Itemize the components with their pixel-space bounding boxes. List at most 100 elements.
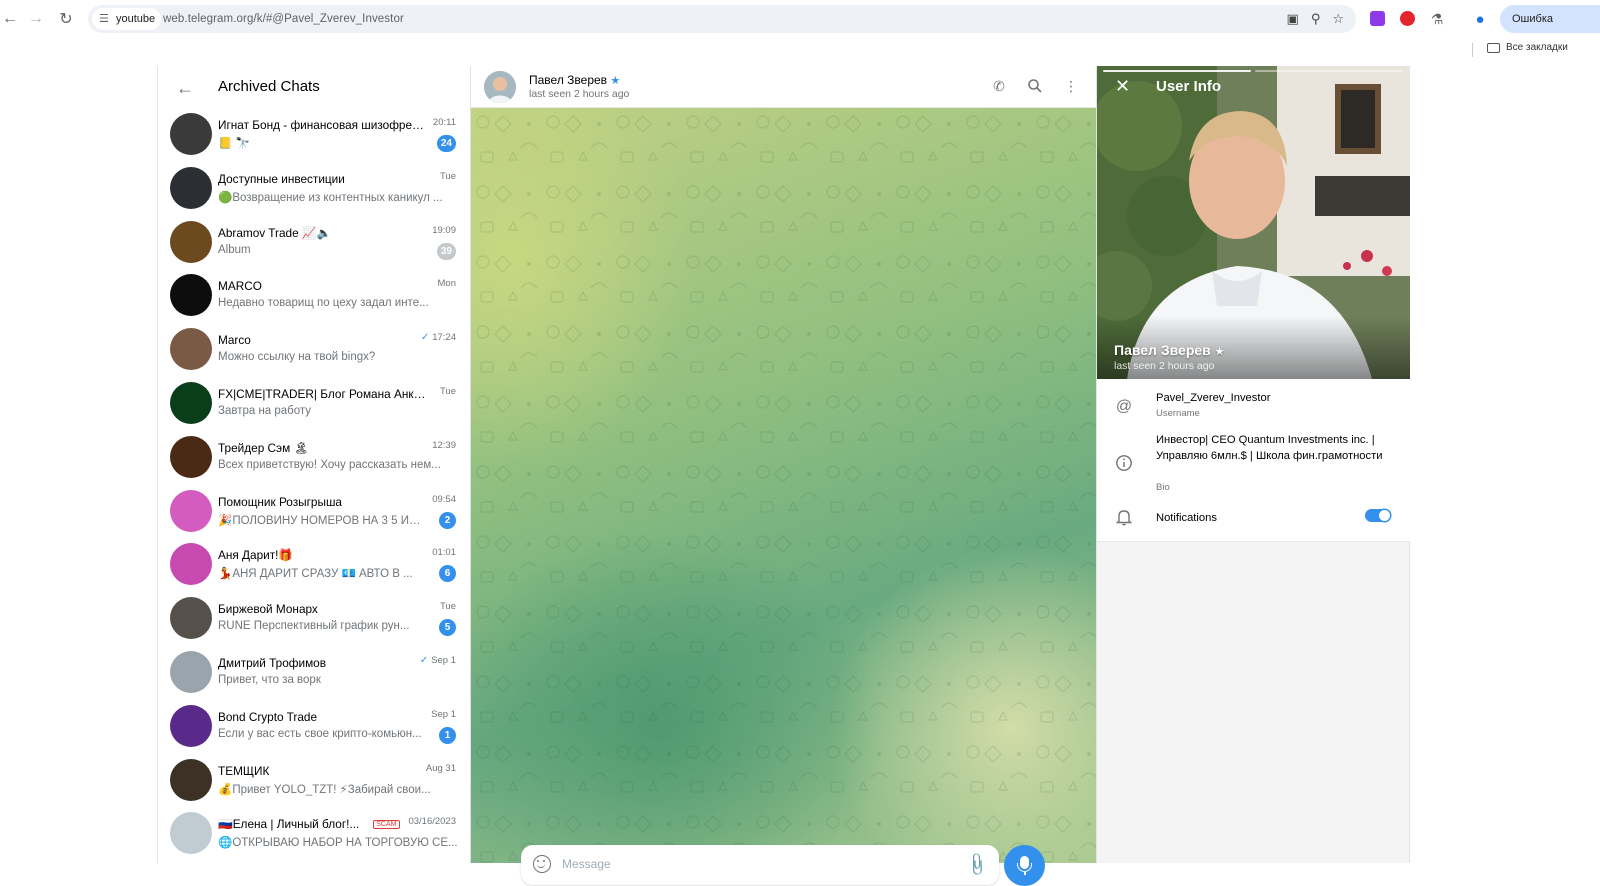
reload-icon[interactable]: ↻ — [56, 9, 76, 29]
chat-last-message: Всех приветствую! Хочу рассказать нем... — [218, 458, 441, 471]
chat-title: Игнат Бонд - финансовая шизофрения — [218, 118, 428, 132]
chat-background: Message 📎 — [471, 108, 1096, 886]
search-icon[interactable] — [1026, 77, 1044, 95]
chat-title: MARCO — [218, 279, 428, 293]
unread-badge: 39 — [436, 242, 456, 260]
avatar — [170, 435, 212, 478]
chat-title-text: Трейдер Сэм 🏝 — [218, 440, 309, 455]
site-info-chip[interactable]: ☰ youtube — [92, 8, 162, 30]
profile-icon[interactable]: ● — [1470, 9, 1490, 29]
chat-list-item[interactable]: MARCO Mon Недавно товарищ по цеху задал ин… — [158, 269, 470, 323]
more-icon[interactable]: ⋮ — [1062, 77, 1080, 95]
chat-last-message: 💰Привет YOLO_TZT! ⚡Забирай свои... — [218, 783, 431, 796]
chat-last-message: Привет, что за ворк — [218, 673, 321, 686]
chat-time-text: 03/16/2023 — [408, 816, 456, 828]
star-icon[interactable]: ☆ — [1332, 11, 1344, 27]
zoom-icon[interactable]: ⚲ — [1311, 11, 1321, 27]
chat-header[interactable]: Павел Зверев ★ last seen 2 hours ago ✆ ⋮ — [471, 66, 1096, 108]
chat-title: Bond Crypto Trade — [218, 710, 428, 724]
url-text[interactable]: web.telegram.org/k/#@Pavel_Zverev_Invest… — [163, 5, 404, 33]
chat-list-item[interactable]: Marco ✓ 17:24 Можно ссылку на твой bingx? — [158, 323, 470, 377]
extension-icon-opera[interactable] — [1400, 11, 1415, 26]
chat-time: 03/16/2023 — [408, 816, 456, 827]
chat-time: 09:54 — [432, 494, 456, 505]
chat-list-item[interactable]: Дмитрий Трофимов ✓ Sep 1 Привет, что за вор… — [158, 646, 470, 700]
extension-icon-purple[interactable] — [1370, 11, 1385, 26]
back-icon[interactable]: ← — [0, 9, 20, 29]
chat-list-item[interactable]: Аня Дарит!🎁 01:01 💃АНЯ ДАРИТ СРАЗУ 💶 АВТО … — [158, 538, 470, 592]
chat-panel: Павел Зверев ★ last seen 2 hours ago ✆ ⋮ — [471, 66, 1096, 886]
chat-list-item[interactable]: 🇷🇺Елена | Личный блог!... SCAM 03/16/2023 🌐… — [158, 807, 470, 861]
chat-last-message: 🌐ОТКРЫВАЮ НАБОР НА ТОРГОВУЮ СЕ... — [218, 837, 458, 850]
install-icon[interactable]: ▣ — [1287, 11, 1299, 27]
emoji-icon[interactable] — [533, 855, 551, 873]
chat-list-item[interactable]: Помощник Розыгрыша 09:54 🎉ПОЛОВИНУ НОМЕРОВ… — [158, 485, 470, 539]
chat-last-message: 📒 🔭 — [218, 138, 250, 150]
chat-list-item[interactable]: FX|CME|TRADER| Блог Романа Анкуди... Tue З… — [158, 377, 470, 431]
chat-title: Трейдер Сэм 🏝 — [218, 441, 428, 455]
chat-list-item[interactable]: Доступные инвестиции Tue 🟢Возвращение из к… — [158, 162, 470, 216]
username-value[interactable]: Pavel_Zverev_Investor — [1156, 390, 1396, 406]
forward-icon[interactable]: → — [26, 9, 46, 29]
avatar — [170, 113, 212, 155]
chat-list-item[interactable]: Abramov Trade 📈🔈 19:09 Album 39 — [158, 216, 470, 270]
chat-title-text: Помощник Розыгрыша — [218, 494, 342, 509]
extensions-icon[interactable]: ⚗ — [1427, 9, 1447, 29]
chat-title-text: ТЕМЩИК — [218, 763, 270, 778]
chat-title-text: Аня Дарит!🎁 — [218, 548, 294, 563]
notifications-toggle[interactable] — [1365, 509, 1391, 522]
chat-peer-status: last seen 2 hours ago — [529, 88, 630, 100]
voice-record-button[interactable] — [1004, 845, 1045, 886]
chat-list-item[interactable]: Игнат Бонд - финансовая шизофрения 20:11 📒… — [158, 108, 470, 162]
chat-last-message: Album — [218, 243, 251, 256]
info-title: User Info — [1156, 78, 1222, 95]
bio-value[interactable]: Инвестор| CEO Quantum Investments inc. |… — [1156, 432, 1396, 464]
message-composer[interactable]: Message 📎 — [521, 845, 999, 885]
arrow-left-icon[interactable]: ← — [176, 78, 194, 99]
tune-icon: ☰ — [99, 13, 109, 25]
chat-time-text: 19:09 — [432, 224, 456, 236]
close-icon[interactable]: ✕ — [1115, 76, 1130, 97]
address-bar[interactable]: ☰ youtube web.telegram.org/k/#@Pavel_Zve… — [88, 5, 1356, 33]
phone-icon[interactable]: ✆ — [990, 77, 1008, 95]
chat-title: FX|CME|TRADER| Блог Романа Анкуди... — [218, 387, 428, 401]
photo-progress-1 — [1103, 70, 1251, 72]
avatar — [170, 489, 212, 532]
chat-time: 12:39 — [432, 440, 456, 451]
chat-list-item[interactable]: Трейдер Сэм 🏝 12:39 Всех приветствую! Хочу… — [158, 431, 470, 485]
chat-title-text: Игнат Бонд - финансовая шизофрения — [218, 118, 428, 132]
unread-badge: 24 — [436, 135, 456, 152]
chat-list-item[interactable]: ТЕМЩИК Aug 31 💰Привет YOLO_TZT! ⚡Забирай с… — [158, 754, 470, 808]
chat-peer-name: Павел Зверев ★ — [529, 73, 620, 87]
chat-list-item[interactable]: Bond Crypto Trade Sep 1 Если у вас есть св… — [158, 700, 470, 754]
chat-title: Аня Дарит!🎁 — [218, 548, 428, 562]
chat-time: ✓ Sep 1 — [420, 655, 456, 666]
chat-last-message: Если у вас есть свое крипто-комьюн... — [218, 727, 422, 740]
avatar — [170, 758, 212, 801]
attach-icon[interactable]: 📎 — [963, 851, 991, 879]
bookmarks-label: Все закладки — [1506, 42, 1568, 53]
sidebar-title: Archived Chats — [218, 78, 320, 95]
chat-list-item[interactable]: Биржевой Монарх Tue RUNE Перспективный гра… — [158, 592, 470, 646]
chat-time-text: 09:54 — [432, 493, 456, 505]
message-input[interactable]: Message — [562, 857, 611, 871]
error-button[interactable]: Ошибка — [1500, 5, 1600, 33]
chat-time: Mon — [438, 278, 456, 289]
at-icon: @ — [1115, 398, 1133, 415]
avatar — [170, 166, 212, 209]
chat-time-text: Tue — [439, 385, 456, 397]
chat-title: Доступные инвестиции — [218, 172, 428, 186]
profile-name-text: Павел Зверев — [1114, 342, 1211, 358]
telegram-app: ← Archived Chats Игнат Бонд - финансовая… — [0, 66, 1600, 886]
info-icon — [1115, 454, 1133, 472]
profile-photo[interactable]: ✕ User Info Павел Зверев ★ last seen 2 h… — [1097, 66, 1410, 379]
chat-title-text: Дмитрий Трофимов — [218, 655, 327, 670]
avatar[interactable] — [484, 71, 516, 103]
chat-time: ✓ 17:24 — [421, 332, 456, 343]
scam-badge: SCAM — [373, 820, 400, 830]
avatar — [170, 381, 212, 424]
read-check-icon: ✓ — [420, 332, 430, 344]
bell-icon — [1115, 508, 1133, 526]
all-bookmarks[interactable]: Все закладки — [1487, 42, 1568, 53]
unread-badge: 2 — [439, 511, 456, 529]
